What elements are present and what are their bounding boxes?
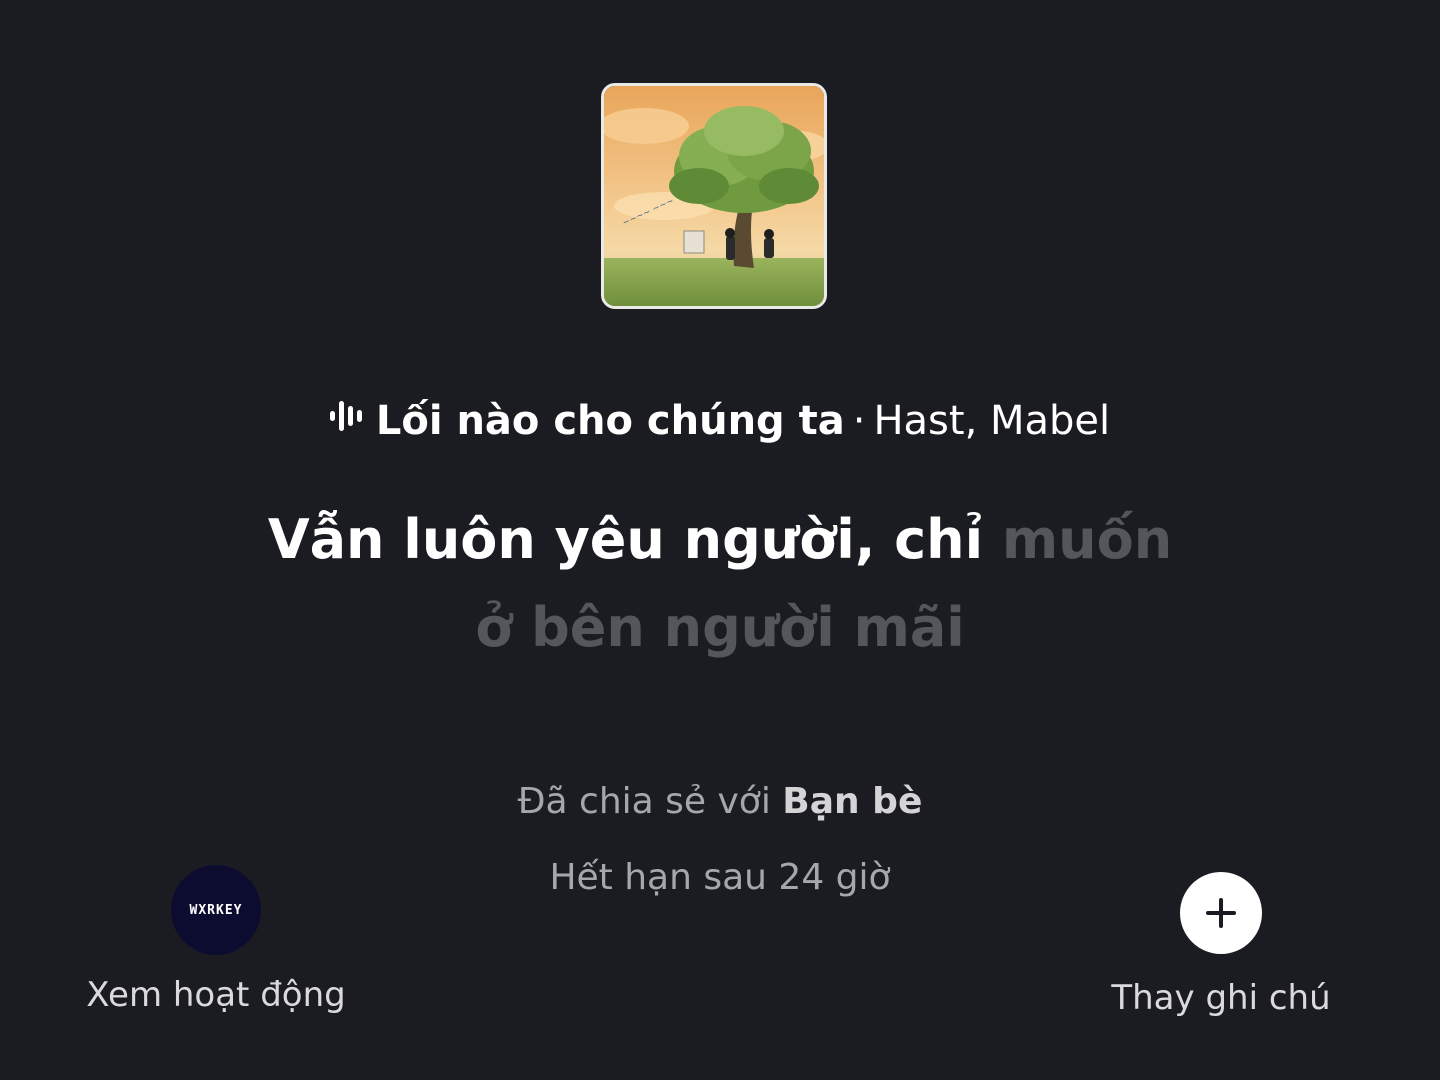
share-audience: Đã chia sẻ với Bạn bè [0, 778, 1440, 826]
now-playing-track[interactable]: Lối nào cho chúng ta · Hast, Mabel [0, 394, 1440, 450]
change-note-label[interactable]: Thay ghi chú [1095, 978, 1347, 1018]
view-activity-label[interactable]: Xem hoạt động [80, 975, 352, 1015]
avatar[interactable]: WXRKEY [171, 865, 261, 955]
lyric-line-2: ở bên người mãi [0, 593, 1440, 663]
music-note-screen: ~~~~ ~~~ Lối nào cho chúng ta · Hast, Mabe… [0, 0, 1440, 1080]
lyric-sung-text: Vẫn luôn yêu người, chỉ [267, 508, 984, 571]
lyric-upcoming-text: ở bên người mãi [475, 596, 965, 659]
share-prefix: Đã chia sẻ với [517, 781, 771, 822]
lyric-upcoming-text: muốn [1001, 508, 1173, 571]
lyric-line-1: Vẫn luôn yêu người, chỉ muốn [0, 505, 1440, 575]
change-note-button[interactable]: Thay ghi chú [1095, 872, 1347, 1018]
title-separator: · [852, 398, 866, 444]
album-cover: ~~~~ ~~~ [601, 83, 827, 309]
plus-icon[interactable] [1180, 872, 1262, 954]
audio-bars-icon [329, 391, 362, 445]
song-title: Lối nào cho chúng ta [375, 398, 845, 444]
view-activity-button[interactable]: WXRKEY Xem hoạt động [80, 865, 352, 1015]
artist-name: Hast, Mabel [873, 398, 1111, 444]
album-cover-illustration: ~~~~ ~~~ [604, 86, 824, 306]
audience-label: Bạn bè [782, 781, 923, 822]
